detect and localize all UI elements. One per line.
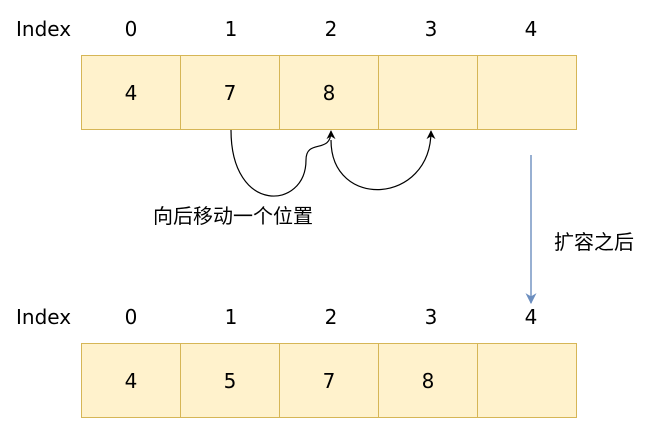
shift-annotation: 向后移动一个位置 — [153, 204, 313, 228]
shift-arrow-7 — [230, 129, 336, 197]
bottom-index-1: 1 — [224, 305, 238, 329]
bottom-index-2: 2 — [324, 305, 338, 329]
bottom-cell-0: 4 — [81, 343, 181, 418]
bottom-index-4: 4 — [524, 305, 538, 329]
bottom-array: 4 5 7 8 — [81, 343, 581, 418]
bottom-cell-3: 8 — [378, 343, 478, 418]
bottom-cell-1: 5 — [180, 343, 280, 418]
bottom-index-label: Index — [16, 305, 72, 329]
bottom-index-0: 0 — [124, 305, 138, 329]
shift-arrow-8 — [330, 130, 436, 191]
array-expansion-diagram: Index 0 1 2 3 4 4 7 8 向后移动一个位置 扩容之后 Inde… — [0, 0, 664, 444]
expand-annotation: 扩容之后 — [554, 230, 634, 254]
bottom-cell-2: 7 — [279, 343, 379, 418]
bottom-cell-4 — [477, 343, 577, 418]
bottom-index-3: 3 — [424, 305, 438, 329]
